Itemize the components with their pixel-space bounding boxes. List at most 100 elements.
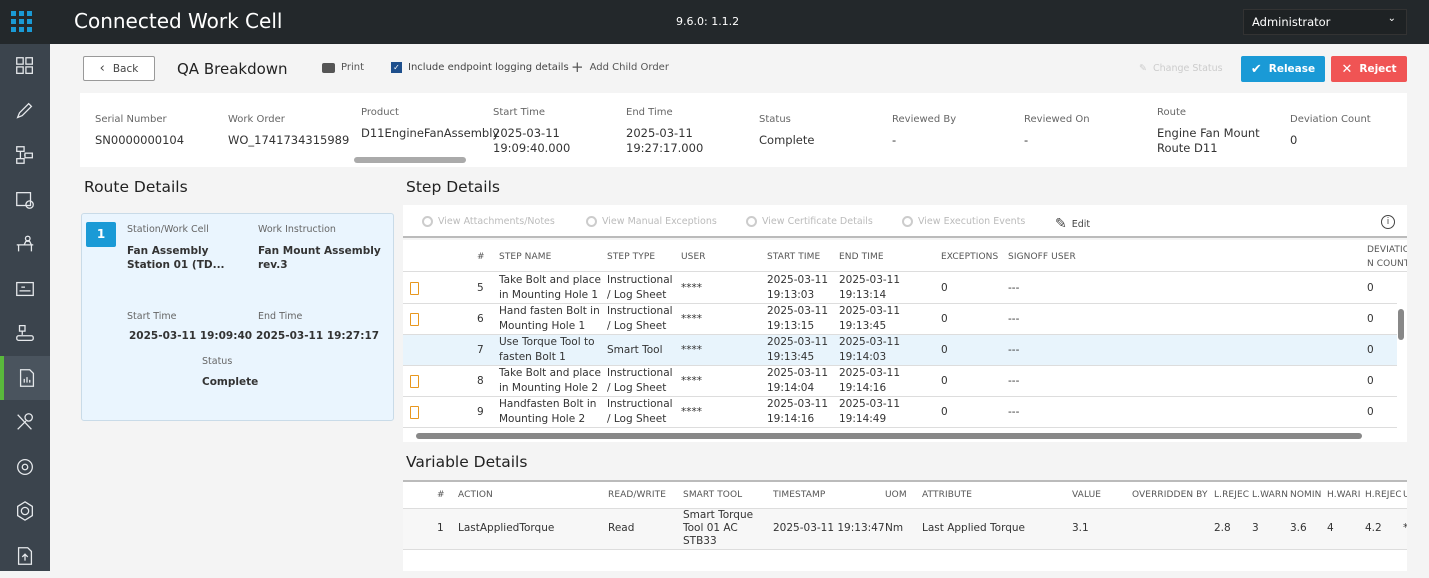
upload-icon — [17, 546, 33, 565]
sidebar-item-tools[interactable] — [0, 400, 50, 444]
column-header[interactable]: END TIME — [839, 250, 884, 264]
column-header[interactable]: SIGNOFF USER — [1008, 250, 1076, 264]
summary-value: Engine Fan Mount Route D11 — [1157, 126, 1260, 155]
edit-icon — [16, 102, 33, 119]
printer-icon — [322, 62, 335, 73]
clipboard-icon[interactable] — [410, 375, 419, 388]
include-logging-checkbox[interactable]: ✓ Include endpoint logging details — [391, 62, 569, 73]
eye-icon — [746, 216, 757, 227]
table-cell: 2025-03-11 19:14:04 — [767, 367, 829, 394]
table-cell: **** — [681, 282, 702, 294]
column-header[interactable]: # — [477, 250, 485, 264]
column-header[interactable]: H.REJEC — [1365, 490, 1401, 500]
table-cell: 2025-03-11 19:13:47 — [773, 522, 885, 534]
sidebar-item-robot[interactable] — [0, 311, 50, 355]
summary-value: WO_1741734315989 — [228, 133, 350, 147]
clipboard-icon[interactable] — [410, 282, 419, 295]
add-child-order-button[interactable]: + Add Child Order — [571, 60, 669, 75]
column-header[interactable]: L.REJEC — [1214, 490, 1250, 500]
table-row[interactable]: 7 Use Torque Tool to fasten Bolt 1 Smart T… — [403, 335, 1397, 366]
user-select[interactable]: Administrator ⌄ — [1243, 9, 1407, 35]
table-row[interactable]: 9 Handfasten Bolt in Mounting Hole 2 Instr… — [403, 397, 1397, 428]
sidebar-item-dashboard[interactable] — [0, 44, 50, 88]
reject-button[interactable]: ✕ Reject — [1331, 56, 1407, 82]
table-cell: Read — [608, 522, 635, 534]
clipboard-icon[interactable] — [410, 406, 419, 419]
table-cell: **** — [681, 375, 702, 387]
change-status-button[interactable]: ✎ Change Status — [1139, 63, 1223, 74]
column-header[interactable]: EXCEPTIONS — [941, 250, 998, 264]
column-header[interactable]: H.WARI — [1327, 490, 1363, 500]
table-row[interactable]: 6 Hand fasten Bolt in Mounting Hole 1 Inst… — [403, 304, 1397, 335]
table-row[interactable]: 1 LastAppliedTorque Read Smart Torque Tool … — [403, 509, 1407, 550]
table-cell: 9 — [477, 406, 484, 418]
release-button[interactable]: ✔ Release — [1241, 56, 1325, 82]
user-select-value: Administrator — [1252, 15, 1331, 29]
column-header[interactable]: DEVIATIO N COUNT — [1367, 243, 1407, 271]
back-button[interactable]: ‹ Back — [83, 56, 155, 81]
table-cell: 4 — [1327, 522, 1334, 534]
step-table: # STEP NAME STEP TYPE USER START TIME END TIM… — [403, 240, 1407, 430]
route-end-value: 2025-03-11 19:27:17 — [256, 330, 380, 342]
sidebar-item-settings[interactable] — [0, 445, 50, 489]
column-header[interactable]: USER — [681, 250, 706, 264]
table-cell: 8 — [477, 375, 484, 387]
column-header[interactable]: STEP NAME — [499, 250, 551, 264]
table-cell: **** — [681, 313, 702, 325]
schedule-icon — [16, 191, 34, 209]
print-button[interactable]: Print — [322, 62, 364, 73]
table-cell: 2025-03-11 19:13:45 — [839, 305, 901, 332]
eye-icon — [586, 216, 597, 227]
summary-label: Start Time — [493, 107, 546, 118]
table-cell: 6 — [477, 313, 484, 325]
column-header[interactable]: START TIME — [767, 250, 820, 264]
operator-icon — [16, 235, 34, 252]
step-details-title: Step Details — [406, 178, 500, 196]
step-table-vscrollbar[interactable] — [1398, 309, 1404, 340]
table-cell: **** — [681, 344, 702, 356]
sidebar-item-workflow[interactable] — [0, 133, 50, 177]
version: 9.6.0: 1.1.2 — [676, 15, 740, 28]
table-cell: --- — [1008, 282, 1020, 294]
table-cell: 2025-03-11 19:13:15 — [767, 305, 829, 332]
apps-grid-icon[interactable] — [11, 11, 32, 32]
step-table-hscrollbar[interactable] — [403, 430, 1407, 442]
route-start-label: Start Time — [127, 311, 177, 322]
table-cell: 2025-03-11 19:13:45 — [767, 336, 829, 363]
pencil-icon: ✎ — [1139, 63, 1147, 74]
table-cell: 2.8 — [1214, 522, 1231, 534]
table-row[interactable]: 8 Take Bolt and place in Mounting Hole 2I… — [403, 366, 1397, 397]
view-attachments-button[interactable]: View Attachments/Notes — [422, 216, 555, 227]
sidebar-item-operator[interactable] — [0, 222, 50, 266]
check-icon: ✔ — [1250, 61, 1262, 77]
table-cell: Instructional / Log Sheet — [607, 274, 673, 301]
sidebar-item-edit[interactable] — [0, 89, 50, 133]
view-manual-exceptions-button[interactable]: View Manual Exceptions — [586, 216, 717, 227]
settings-icon — [17, 458, 33, 475]
variable-table: # ACTION READ/WRITE SMART TOOL TIMESTAMP UOM A… — [403, 480, 1407, 571]
sidebar-item-station[interactable] — [0, 267, 50, 311]
variable-details-title: Variable Details — [406, 453, 528, 471]
column-header[interactable]: U — [1403, 490, 1407, 500]
station-value: Fan Assembly Station 01 (TD... — [127, 245, 225, 271]
checkbox-checked-icon: ✓ — [391, 62, 402, 73]
table-cell: 3.1 — [1072, 522, 1089, 534]
column-header[interactable]: STEP TYPE — [607, 250, 655, 264]
column-header[interactable]: L.WARN — [1252, 490, 1288, 500]
sidebar-item-report[interactable] — [0, 355, 50, 400]
route-card[interactable]: 1 Station/Work Cell Fan Assembly Station… — [81, 213, 394, 421]
summary-scrollbar[interactable] — [354, 157, 466, 163]
table-row[interactable]: 5 Take Bolt and place in Mounting Hole 1I… — [403, 273, 1397, 304]
station-icon — [16, 281, 34, 296]
view-certificate-details-button[interactable]: View Certificate Details — [746, 216, 873, 227]
column-header[interactable]: NOMIN — [1290, 490, 1326, 500]
clipboard-icon[interactable] — [410, 313, 419, 326]
sidebar-item-integration[interactable] — [0, 489, 50, 533]
view-execution-events-button[interactable]: View Execution Events — [902, 216, 1025, 227]
edit-button[interactable]: ✎ Edit — [1055, 216, 1090, 232]
table-cell: **** — [681, 406, 702, 418]
summary-label: Product — [361, 107, 399, 118]
sidebar-item-schedule[interactable] — [0, 178, 50, 222]
info-icon[interactable]: i — [1381, 215, 1395, 229]
summary-value: Complete — [759, 133, 815, 147]
